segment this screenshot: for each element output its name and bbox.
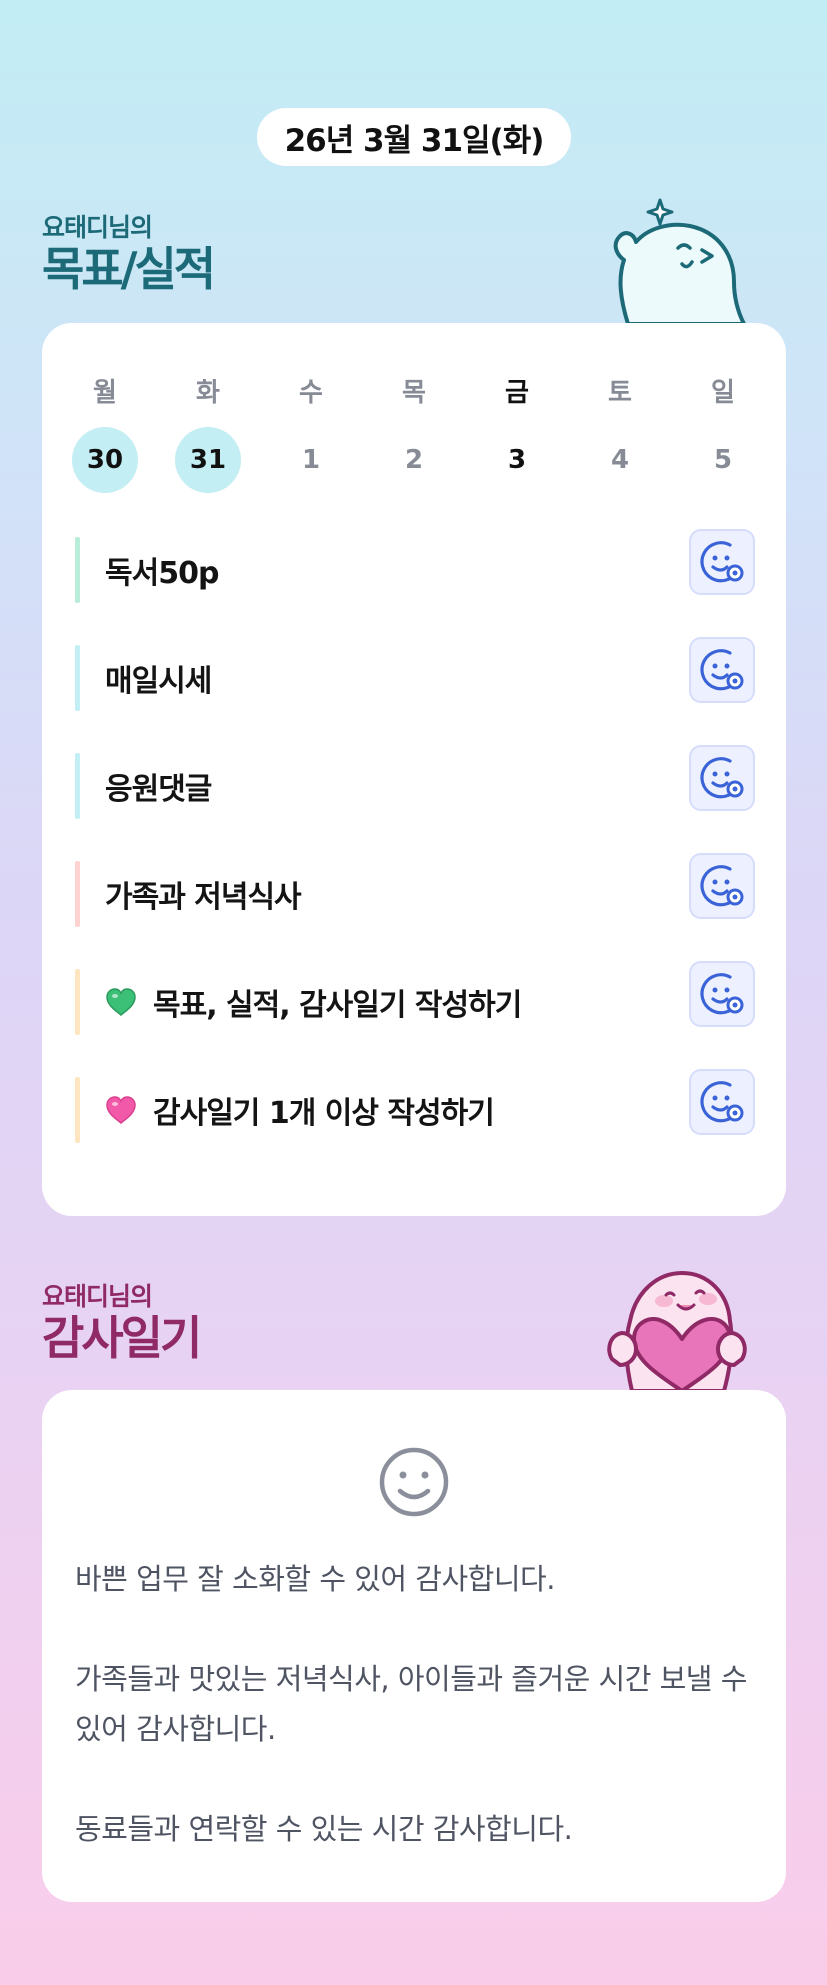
gratitude-card: 바쁜 업무 잘 소화할 수 있어 감사합니다. 가족들과 맛있는 저녁식사, 아… bbox=[42, 1390, 786, 1902]
goal-label: 응원댓글 bbox=[105, 772, 212, 807]
weekday-label: 목 bbox=[402, 378, 426, 408]
goal-label: 가족과 저녁식사 bbox=[105, 880, 302, 915]
goal-text: 독서50p bbox=[105, 537, 219, 603]
goals-section-title: 요태디님의 목표/실적 bbox=[42, 208, 216, 296]
goal-item[interactable]: 가족과 저녁식사 bbox=[75, 853, 755, 969]
gratitude-entry: 가족들과 맛있는 저녁식사, 아이들과 즐거운 시간 보낼 수 있어 감사합니다… bbox=[75, 1662, 747, 1746]
heart-hug-mascot-icon bbox=[607, 1271, 747, 1391]
week-day[interactable]: 화 31 bbox=[175, 375, 241, 493]
weekday-label: 수 bbox=[299, 378, 323, 408]
day-number: 2 bbox=[404, 445, 424, 475]
goal-label: 목표, 실적, 감사일기 작성하기 bbox=[153, 988, 522, 1023]
goal-check-button[interactable] bbox=[689, 529, 755, 595]
goals-card: 월 30 화 31 수 1 목 2 금 3 토 4 일 5 독서50p 매일시세 응원댓글 가족과 저녁식사 목표… bbox=[42, 323, 786, 1216]
weekday-label: 금 bbox=[505, 378, 529, 408]
goal-color-bar bbox=[75, 1077, 80, 1143]
goal-color-bar bbox=[75, 969, 80, 1035]
pink-heart-icon bbox=[105, 1094, 137, 1126]
day-number: 31 bbox=[175, 427, 241, 493]
smiley-add-icon bbox=[700, 1080, 744, 1124]
goal-item[interactable]: 응원댓글 bbox=[75, 745, 755, 861]
day-number: 30 bbox=[72, 427, 138, 493]
weekday-label: 화 bbox=[196, 378, 220, 408]
week-day[interactable]: 금3 bbox=[484, 375, 550, 493]
thumbs-up-mascot-icon bbox=[613, 198, 746, 324]
date-text: 26년 3월 31일(화) bbox=[284, 122, 545, 159]
week-day[interactable]: 월 30 bbox=[72, 375, 138, 493]
owner-label: 요태디님의 bbox=[42, 1282, 153, 1311]
goal-text: 감사일기 1개 이상 작성하기 bbox=[105, 1077, 495, 1143]
smiley-add-icon bbox=[700, 972, 744, 1016]
gratitude-entry: 바쁜 업무 잘 소화할 수 있어 감사합니다. bbox=[75, 1562, 555, 1596]
day-number: 3 bbox=[507, 445, 527, 475]
gratitude-section-title: 요태디님의 감사일기 bbox=[42, 1277, 202, 1365]
goal-check-button[interactable] bbox=[689, 853, 755, 919]
goal-item[interactable]: 감사일기 1개 이상 작성하기 bbox=[75, 1069, 755, 1185]
goal-text: 목표, 실적, 감사일기 작성하기 bbox=[105, 969, 522, 1035]
smiley-add-icon bbox=[700, 756, 744, 800]
goal-item[interactable]: 매일시세 bbox=[75, 637, 755, 753]
owner-label: 요태디님의 bbox=[42, 213, 153, 242]
goals-title: 목표/실적 bbox=[42, 242, 216, 296]
weekday-label: 월 bbox=[93, 378, 117, 408]
day-number: 1 bbox=[301, 445, 321, 475]
goal-color-bar bbox=[75, 537, 80, 603]
goal-label: 매일시세 bbox=[105, 664, 212, 699]
goal-item[interactable]: 목표, 실적, 감사일기 작성하기 bbox=[75, 961, 755, 1077]
goal-list: 독서50p 매일시세응원댓글가족과 저녁식사목표, 실적, 감사일기 작성하기감사… bbox=[75, 529, 755, 1185]
day-number: 5 bbox=[713, 445, 733, 475]
weekday-label: 토 bbox=[608, 378, 632, 408]
day-number: 4 bbox=[610, 445, 630, 475]
smiley-add-icon bbox=[700, 540, 744, 584]
smiley-add-icon bbox=[700, 648, 744, 692]
weekday-label: 일 bbox=[711, 378, 735, 408]
gratitude-entries: 바쁜 업무 잘 소화할 수 있어 감사합니다. 가족들과 맛있는 저녁식사, 아… bbox=[75, 1554, 765, 1854]
goal-text: 가족과 저녁식사 bbox=[105, 861, 302, 927]
smiley-add-icon bbox=[700, 864, 744, 908]
goal-check-button[interactable] bbox=[689, 637, 755, 703]
goal-color-bar bbox=[75, 645, 80, 711]
goal-check-button[interactable] bbox=[689, 745, 755, 811]
date-pill[interactable]: 26년 3월 31일(화) bbox=[257, 108, 571, 166]
goal-text: 매일시세 bbox=[105, 645, 212, 711]
smiley-face-icon[interactable] bbox=[378, 1446, 450, 1518]
week-day[interactable]: 목2 bbox=[381, 375, 447, 493]
goal-check-button[interactable] bbox=[689, 961, 755, 1027]
goal-color-bar bbox=[75, 753, 80, 819]
gratitude-entry: 동료들과 연락할 수 있는 시간 감사합니다. bbox=[75, 1812, 573, 1846]
goal-check-button[interactable] bbox=[689, 1069, 755, 1135]
week-day[interactable]: 일5 bbox=[690, 375, 756, 493]
week-day[interactable]: 토4 bbox=[587, 375, 653, 493]
week-day[interactable]: 수1 bbox=[278, 375, 344, 493]
goal-item[interactable]: 독서50p bbox=[75, 529, 755, 645]
goal-text: 응원댓글 bbox=[105, 753, 212, 819]
goal-color-bar bbox=[75, 861, 80, 927]
gratitude-title: 감사일기 bbox=[42, 1311, 202, 1365]
week-strip: 월 30 화 31 수 1 목 2 금 3 토 4 일 5 bbox=[72, 375, 756, 493]
green-heart-icon bbox=[105, 986, 137, 1018]
goal-label: 독서50p bbox=[105, 556, 219, 591]
goal-label: 감사일기 1개 이상 작성하기 bbox=[153, 1096, 495, 1131]
